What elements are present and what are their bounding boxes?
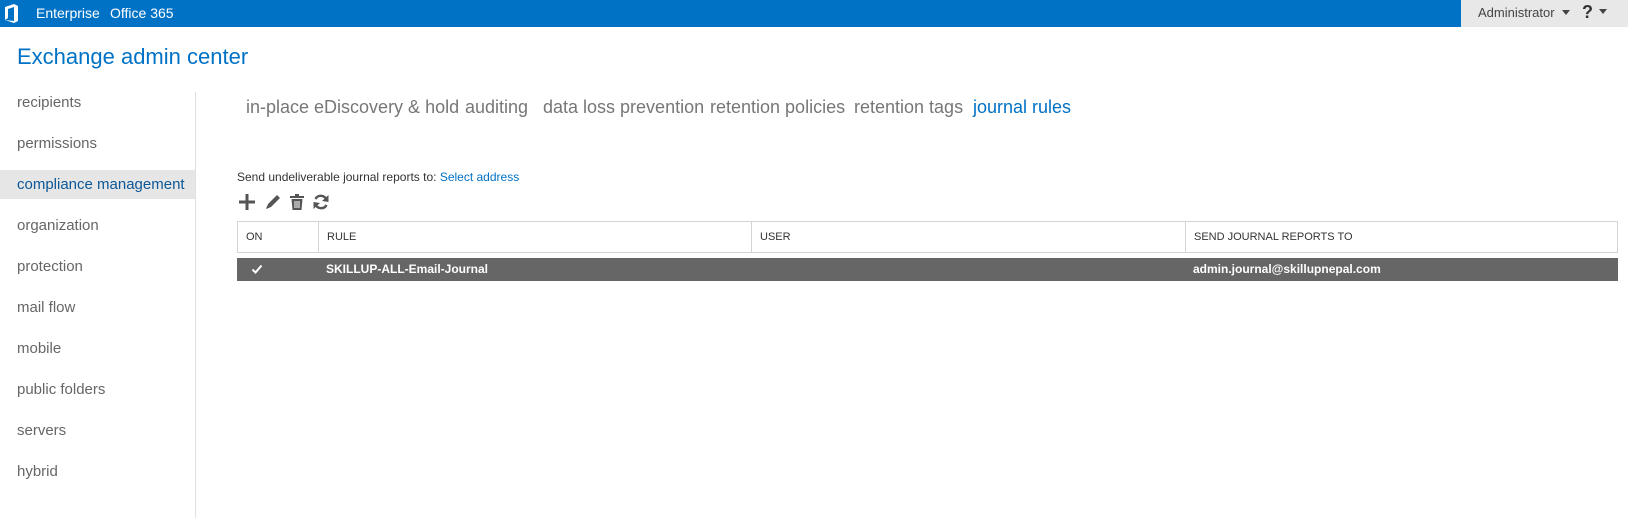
table-row[interactable]: SKILLUP-ALL-Email-Journal admin.journal@… — [237, 258, 1618, 281]
nav-item-protection[interactable]: protection — [0, 252, 195, 281]
delete-icon[interactable] — [287, 192, 307, 212]
nav-item-servers[interactable]: servers — [0, 416, 195, 445]
nav-item-public-folders[interactable]: public folders — [0, 375, 195, 404]
tab-in-place-ediscovery[interactable]: in-place eDiscovery & hold — [246, 97, 459, 118]
chevron-down-icon — [1599, 9, 1607, 14]
user-cell — [751, 258, 1185, 281]
nav-item-organization[interactable]: organization — [0, 211, 195, 240]
nav-item-permissions[interactable]: permissions — [0, 129, 195, 158]
user-area: Administrator ? — [1461, 0, 1628, 27]
column-header-on[interactable]: ON — [238, 222, 319, 252]
refresh-icon[interactable] — [311, 192, 331, 212]
user-menu[interactable]: Administrator — [1478, 5, 1570, 20]
undeliverable-reports-line: Send undeliverable journal reports to: S… — [237, 170, 519, 184]
tab-retention-policies[interactable]: retention policies — [710, 97, 845, 118]
nav-item-recipients[interactable]: recipients — [0, 88, 195, 117]
help-menu[interactable]: ? — [1582, 2, 1607, 23]
user-name: Administrator — [1478, 5, 1555, 20]
enterprise-link[interactable]: Enterprise — [36, 5, 100, 21]
tab-data-loss-prevention[interactable]: data loss prevention — [543, 97, 704, 118]
help-icon: ? — [1582, 2, 1593, 22]
nav-item-mail-flow[interactable]: mail flow — [0, 293, 195, 322]
nav-divider — [195, 92, 196, 518]
page-title: Exchange admin center — [17, 44, 249, 69]
column-header-user[interactable]: USER — [752, 222, 1186, 252]
nav-item-hybrid[interactable]: hybrid — [0, 457, 195, 486]
add-icon[interactable] — [237, 192, 257, 212]
column-header-rule[interactable]: RULE — [319, 222, 752, 252]
tab-retention-tags[interactable]: retention tags — [854, 97, 963, 118]
tab-journal-rules[interactable]: journal rules — [973, 97, 1071, 118]
undeliverable-reports-label: Send undeliverable journal reports to: — [237, 170, 437, 184]
select-address-link[interactable]: Select address — [440, 170, 519, 184]
edit-icon[interactable] — [263, 192, 283, 212]
rule-name-cell: SKILLUP-ALL-Email-Journal — [326, 262, 489, 276]
tab-auditing[interactable]: auditing — [465, 97, 528, 118]
send-to-cell: admin.journal@skillupnepal.com — [1193, 262, 1381, 276]
office-logo-icon[interactable] — [4, 4, 20, 23]
table-header: ON RULE USER SEND JOURNAL REPORTS TO — [237, 221, 1618, 253]
office365-link[interactable]: Office 365 — [110, 5, 174, 21]
checkmark-icon — [251, 264, 263, 274]
chevron-down-icon — [1561, 10, 1570, 15]
top-bar: Enterprise Office 365 Administrator ? — [0, 0, 1628, 27]
nav-item-compliance-management[interactable]: compliance management — [0, 170, 195, 199]
nav-item-mobile[interactable]: mobile — [0, 334, 195, 363]
column-header-send-to[interactable]: SEND JOURNAL REPORTS TO — [1186, 222, 1617, 252]
